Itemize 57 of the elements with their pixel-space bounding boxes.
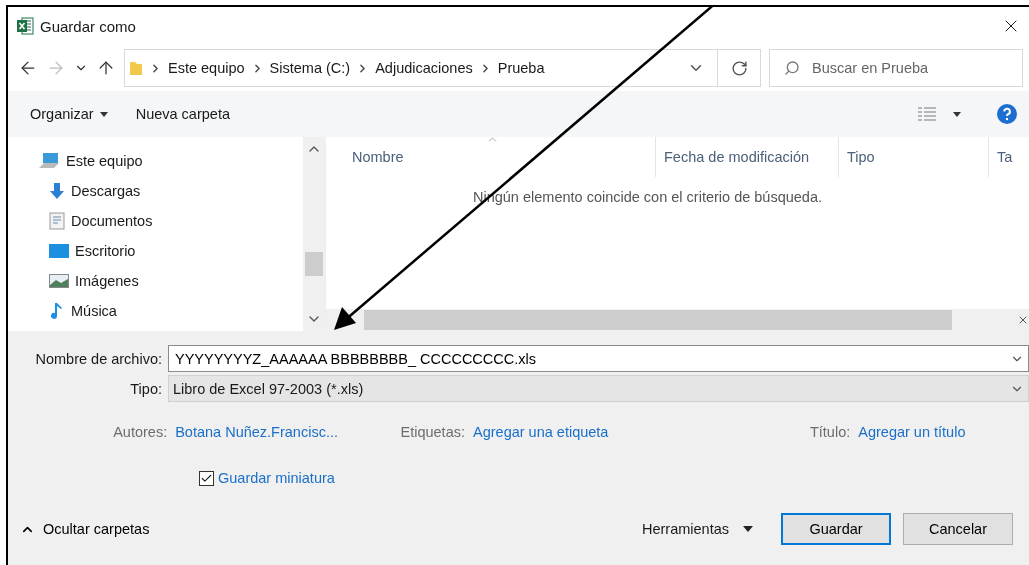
- breadcrumb[interactable]: Sistema (C:): [269, 60, 351, 76]
- document-icon: [49, 212, 65, 230]
- field-label: Autores:: [112, 424, 169, 440]
- refresh-icon: [730, 59, 748, 77]
- nav-item[interactable]: Documentos: [8, 206, 303, 236]
- search-input[interactable]: Buscar en Prueba: [810, 59, 1004, 77]
- metadata-link[interactable]: Agregar una etiqueta: [473, 424, 609, 440]
- horizontal-scrollbar[interactable]: [326, 309, 1029, 331]
- metadata-link[interactable]: Botana Nuñez.Francisc...: [175, 424, 338, 440]
- dialog-button[interactable]: Cancelar: [903, 513, 1013, 545]
- image-icon: [49, 273, 69, 289]
- scrollbar-thumb[interactable]: [364, 310, 952, 330]
- field-label: Etiquetas:: [399, 424, 466, 440]
- nav-item[interactable]: Escritorio: [8, 236, 303, 266]
- list-view-icon: [917, 106, 937, 122]
- download-icon: [49, 182, 65, 200]
- nav-item[interactable]: Este equipo: [8, 146, 303, 176]
- organize-menu[interactable]: Organizar: [30, 106, 108, 122]
- file-name-input[interactable]: YYYYYYYYZ_AAAAAA BBBBBBBB_ CCCCCCCCC.xls: [173, 349, 1010, 368]
- breadcrumb[interactable]: Este equipo: [168, 60, 245, 76]
- computer-icon: [38, 152, 60, 170]
- spreadsheet-app-icon: [16, 17, 34, 35]
- search-icon: [784, 60, 800, 76]
- field-label: Tipo:: [129, 380, 163, 397]
- file-name-field[interactable]: YYYYYYYYZ_AAAAAA BBBBBBBB_ CCCCCCCCC.xls: [168, 345, 1029, 372]
- file-type-dropdown[interactable]: Libro de Excel 97-2003 (*.xls): [168, 375, 1029, 402]
- music-note-icon: [49, 302, 65, 320]
- column-header[interactable]: Ta: [989, 137, 1029, 177]
- nav-item[interactable]: Música: [8, 296, 303, 326]
- view-options-button[interactable]: [917, 106, 961, 122]
- vertical-scrollbar[interactable]: [303, 137, 325, 331]
- address-bar[interactable]: Este equipo Sistema (C:) Adjudicaciones Prueba: [124, 49, 761, 87]
- folder-icon: [129, 60, 143, 76]
- new-folder-button[interactable]: Nueva carpeta: [135, 106, 230, 122]
- field-label: Título:: [808, 424, 852, 440]
- field-label: Nombre de archivo:: [34, 350, 163, 367]
- breadcrumb[interactable]: Adjudicaciones: [375, 60, 473, 76]
- column-header[interactable]: Fecha de modificación: [656, 137, 839, 177]
- caret-icon: [743, 526, 753, 532]
- breadcrumb[interactable]: Prueba: [497, 60, 545, 76]
- desktop-icon: [49, 243, 69, 259]
- nav-item[interactable]: Imágenes: [8, 266, 303, 296]
- nav-item[interactable]: Descargas: [8, 176, 303, 206]
- scroll-right-icon: [1017, 314, 1029, 326]
- window-title: Guardar como: [40, 17, 137, 35]
- metadata-link[interactable]: Agregar un título: [858, 424, 966, 440]
- save-thumbnail-checkbox[interactable]: Guardar miniatura: [199, 470, 1029, 486]
- caret-icon: [953, 111, 961, 117]
- column-header[interactable]: Nombre: [326, 137, 656, 177]
- help-icon[interactable]: [997, 104, 1017, 124]
- scrollbar-thumb[interactable]: [305, 252, 323, 276]
- search-field[interactable]: Buscar en Prueba: [769, 49, 1023, 87]
- dialog-button[interactable]: Guardar: [781, 513, 891, 545]
- caret-icon: [99, 111, 108, 117]
- tools-menu[interactable]: Herramientas: [641, 521, 753, 537]
- hide-folders-button[interactable]: Ocultar carpetas: [20, 521, 150, 537]
- column-header[interactable]: Tipo: [839, 137, 989, 177]
